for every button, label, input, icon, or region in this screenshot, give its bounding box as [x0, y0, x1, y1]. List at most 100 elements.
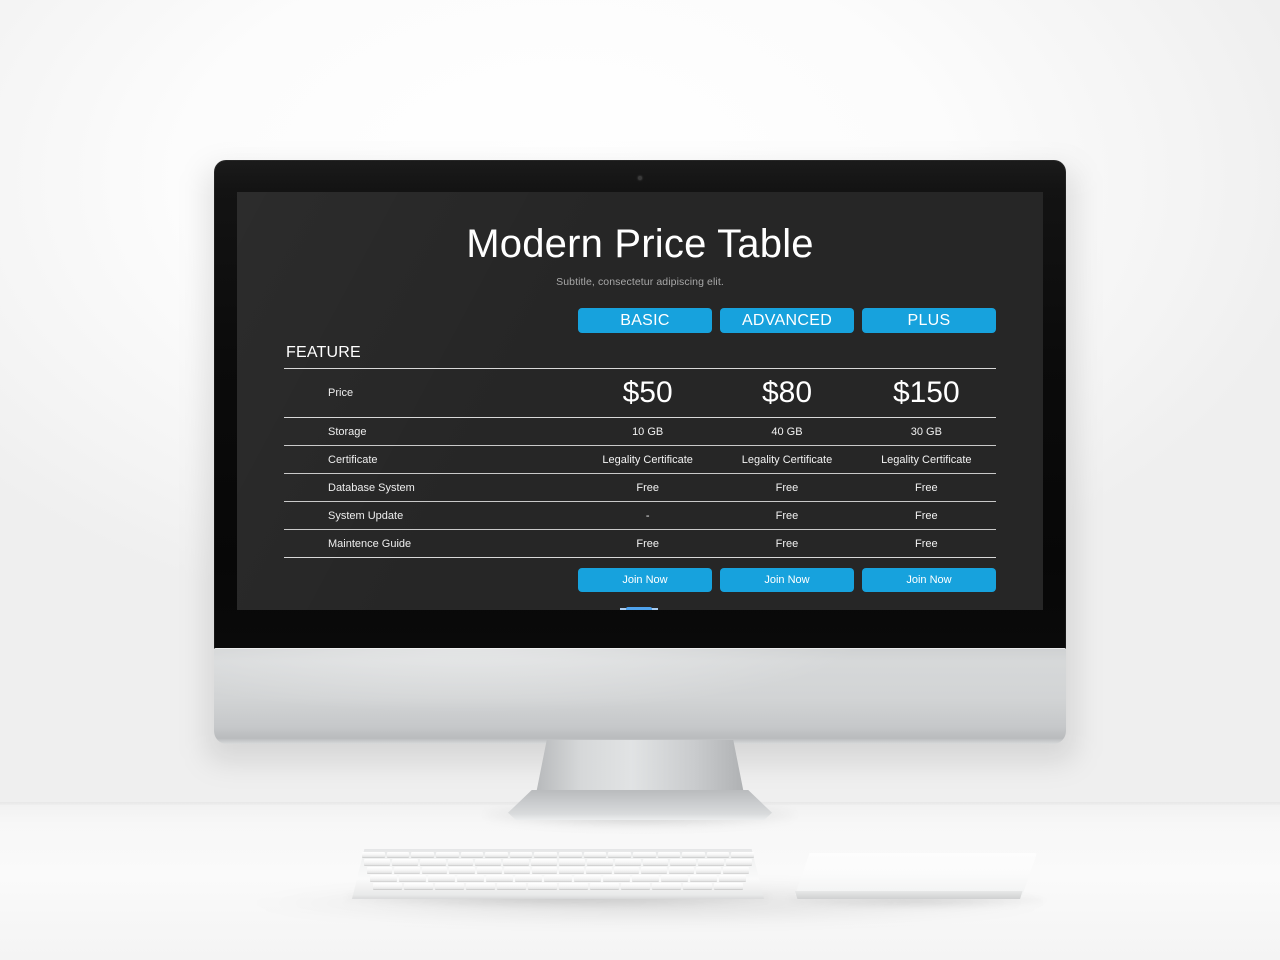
keyboard-key[interactable]: [590, 883, 619, 889]
keyboard-key[interactable]: [497, 883, 526, 889]
keyboard-key[interactable]: [399, 875, 427, 881]
table-row: Database System Free Free Free: [284, 474, 996, 501]
keyboard-key[interactable]: [476, 867, 503, 873]
keyboard-key[interactable]: [428, 875, 456, 881]
monitor-chin: [214, 648, 1066, 744]
keyboard-key[interactable]: [726, 859, 753, 865]
table-row: Price $50 $80 $150: [284, 369, 996, 417]
keyboard-key[interactable]: [419, 859, 446, 865]
keyboard-key[interactable]: [614, 859, 641, 865]
keyboard-key[interactable]: [362, 852, 385, 857]
keyboard-key[interactable]: [391, 859, 418, 865]
keyboard-key[interactable]: [602, 875, 630, 881]
keyboard-key[interactable]: [558, 867, 585, 873]
keyboard-key[interactable]: [621, 883, 650, 889]
keyboard-key[interactable]: [723, 867, 749, 873]
join-now-plus-button[interactable]: Join Now: [862, 568, 996, 592]
keyboard-key[interactable]: [435, 883, 464, 889]
keyboard-key[interactable]: [367, 867, 393, 873]
keyboard-key[interactable]: [689, 875, 717, 881]
keyboard-key[interactable]: [714, 883, 743, 889]
keyboard-key[interactable]: [504, 867, 530, 873]
keyboard-key[interactable]: [559, 859, 585, 865]
keyboard-key[interactable]: [457, 875, 485, 881]
trackpad-edge: [795, 891, 1023, 899]
cell-maintence-plus: Free: [915, 537, 938, 550]
tab-plus[interactable]: PLUS: [862, 308, 996, 333]
keyboard-key[interactable]: [698, 859, 725, 865]
keyboard-key[interactable]: [586, 867, 612, 873]
keyboard-key[interactable]: [668, 867, 695, 873]
keyboard-key[interactable]: [435, 852, 459, 857]
cell-update-plus: Free: [915, 509, 938, 522]
cta-button-row: Join Now Join Now Join Now: [578, 568, 996, 592]
keyboard-key[interactable]: [657, 852, 681, 857]
keyboard-key[interactable]: [706, 852, 730, 857]
keyboard-key[interactable]: [485, 852, 508, 857]
keyboard-key[interactable]: [696, 867, 722, 873]
keyboard-key[interactable]: [731, 852, 754, 857]
keyboard-key[interactable]: [632, 852, 656, 857]
pagination-current-page[interactable]: 1: [626, 607, 652, 610]
keyboard-key[interactable]: [660, 875, 688, 881]
keyboard-key[interactable]: [370, 875, 398, 881]
keyboard-key[interactable]: [641, 867, 667, 873]
join-now-basic-button[interactable]: Join Now: [578, 568, 712, 592]
page-title: Modern Price Table: [466, 222, 814, 266]
keyboard-key[interactable]: [586, 859, 613, 865]
keyboard-key[interactable]: [447, 859, 474, 865]
keyboard-key[interactable]: [544, 875, 572, 881]
keyboard-key[interactable]: [404, 883, 433, 889]
keyboard-key[interactable]: [682, 852, 705, 857]
row-label-maintence-guide: Maintence Guide: [328, 537, 412, 550]
webcam-icon: [638, 176, 642, 180]
keyboard-key[interactable]: [466, 883, 495, 889]
tab-advanced[interactable]: ADVANCED: [720, 308, 854, 333]
keyboard-key[interactable]: [531, 859, 558, 865]
keyboard-key[interactable]: [528, 883, 557, 889]
keyboard-key[interactable]: [683, 883, 712, 889]
cell-update-basic: -: [645, 509, 650, 522]
keyboard-key[interactable]: [486, 875, 514, 881]
keyboard-key[interactable]: [670, 859, 697, 865]
tab-basic[interactable]: BASIC: [578, 308, 712, 333]
keyboard-key[interactable]: [573, 875, 601, 881]
keyboard-key[interactable]: [642, 859, 669, 865]
trackpad[interactable]: [795, 853, 1037, 903]
monitor-stand-base: [508, 790, 772, 820]
keyboard-key[interactable]: [515, 875, 543, 881]
row-label-storage: Storage: [328, 425, 367, 438]
keyboard-key[interactable]: [364, 859, 390, 865]
keyboard-key[interactable]: [613, 867, 640, 873]
keyboard-key[interactable]: [421, 867, 448, 873]
keyboard-key[interactable]: [449, 867, 475, 873]
keyboard-key[interactable]: [373, 883, 402, 889]
keyboard[interactable]: [352, 849, 764, 901]
keyboard-key[interactable]: [718, 875, 747, 881]
keyboard-keys: [362, 852, 754, 892]
keyboard-key[interactable]: [534, 852, 557, 857]
keyboard-key[interactable]: [608, 852, 631, 857]
keyboard-key[interactable]: [386, 852, 410, 857]
pagination-badge[interactable]: 1: [620, 607, 658, 610]
keyboard-key[interactable]: [460, 852, 484, 857]
keyboard-key[interactable]: [503, 859, 530, 865]
keyboard-key-row: [367, 867, 749, 873]
row-label-database-system: Database System: [328, 481, 415, 494]
keyboard-key[interactable]: [531, 867, 557, 873]
keyboard-key[interactable]: [394, 867, 420, 873]
keyboard-key[interactable]: [475, 859, 502, 865]
join-now-advanced-button[interactable]: Join Now: [720, 568, 854, 592]
keyboard-key[interactable]: [411, 852, 434, 857]
keyboard-key[interactable]: [652, 883, 681, 889]
keyboard-key[interactable]: [559, 852, 582, 857]
trackpad-surface: [795, 853, 1037, 895]
table-row: Certificate Legality Certificate Legalit…: [284, 446, 996, 473]
keyboard-key-row: [364, 859, 753, 865]
keyboard-key[interactable]: [559, 883, 588, 889]
keyboard-key[interactable]: [509, 852, 533, 857]
keyboard-key[interactable]: [631, 875, 659, 881]
keyboard-key[interactable]: [583, 852, 607, 857]
cell-price-basic: $50: [622, 376, 673, 409]
monitor-bezel: Modern Price Table Subtitle, consectetur…: [214, 160, 1066, 650]
